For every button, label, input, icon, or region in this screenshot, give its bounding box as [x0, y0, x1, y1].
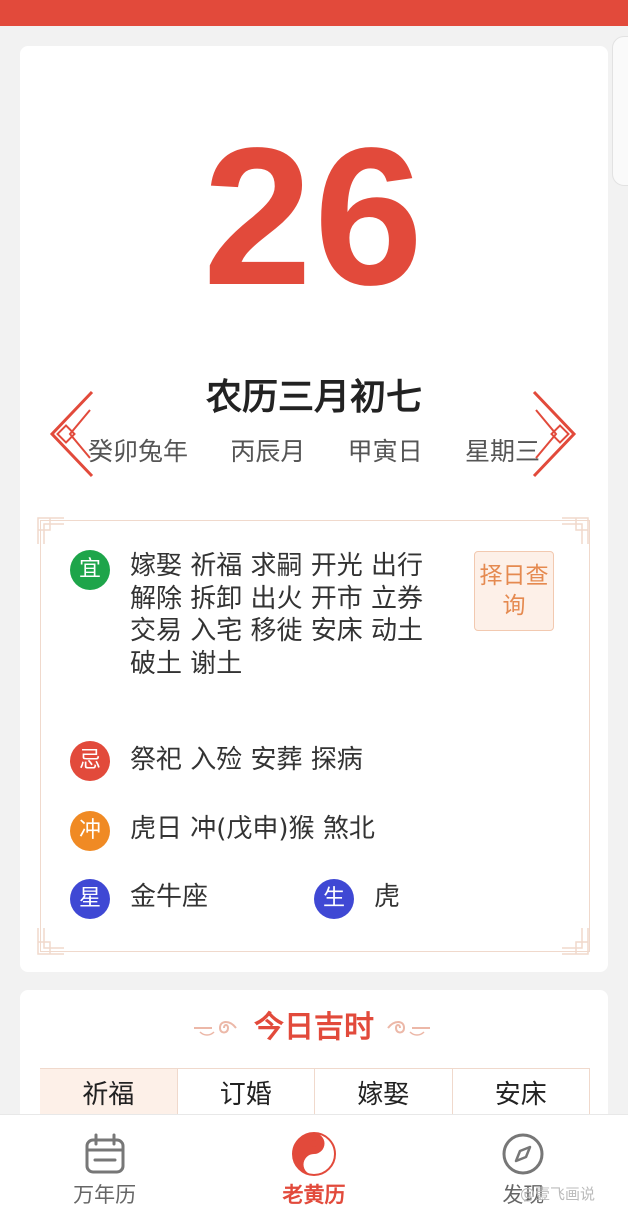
yi-activities: 嫁娶 祈福 求嗣 开光 出行 解除 拆卸 出火 开市 立券 交易 入宅 移徙 安… [130, 551, 424, 679]
nav-label: 万年历 [73, 1183, 137, 1207]
nav-item-almanac[interactable]: 老黄历 [209, 1115, 418, 1214]
lunar-date: 农历三月初七 [205, 377, 422, 418]
nav-label: 老黄历 [282, 1183, 346, 1207]
top-status-bar [0, 0, 628, 26]
chong-info: 虎日 冲(戊申)猴 煞北 [130, 814, 375, 844]
frame-corner-ornament-icon [562, 517, 589, 544]
yi-badge: 宜 [70, 550, 110, 590]
weekday: 星期三 [464, 437, 540, 466]
ji-badge: 忌 [70, 741, 110, 781]
chong-badge: 冲 [70, 811, 110, 851]
day-number: 26 [202, 107, 425, 326]
day-ganzhi: 甲寅日 [347, 437, 423, 466]
ji-activities: 祭祀 入殓 安葬 探病 [130, 745, 363, 775]
cloud-ornament-icon [387, 1021, 430, 1036]
frame-corner-ornament-icon [37, 928, 64, 955]
frame-corner-ornament-icon [37, 517, 64, 544]
pick-day-button[interactable]: 择日查询 [474, 551, 554, 631]
month-ganzhi: 丙辰月 [230, 437, 306, 466]
yin-yang-icon [291, 1132, 336, 1176]
sheng-badge: 生 [314, 879, 354, 919]
frame-corner-ornament-icon [562, 928, 589, 955]
year-ganzhi: 癸卯兔年 [88, 437, 189, 466]
zodiac-animal: 虎 [374, 882, 401, 912]
lucky-times-title: 今日吉时 [254, 1010, 374, 1045]
nav-item-calendar[interactable]: 万年历 [0, 1115, 209, 1214]
xing-badge: 星 [70, 879, 110, 919]
calendar-icon [85, 1133, 125, 1174]
constellation: 金牛座 [130, 882, 209, 912]
compass-icon [502, 1133, 544, 1175]
ganzhi-line: 癸卯兔年 丙辰月 甲寅日 星期三 [88, 432, 540, 472]
watermark: @壹飞画说 [520, 1185, 596, 1203]
